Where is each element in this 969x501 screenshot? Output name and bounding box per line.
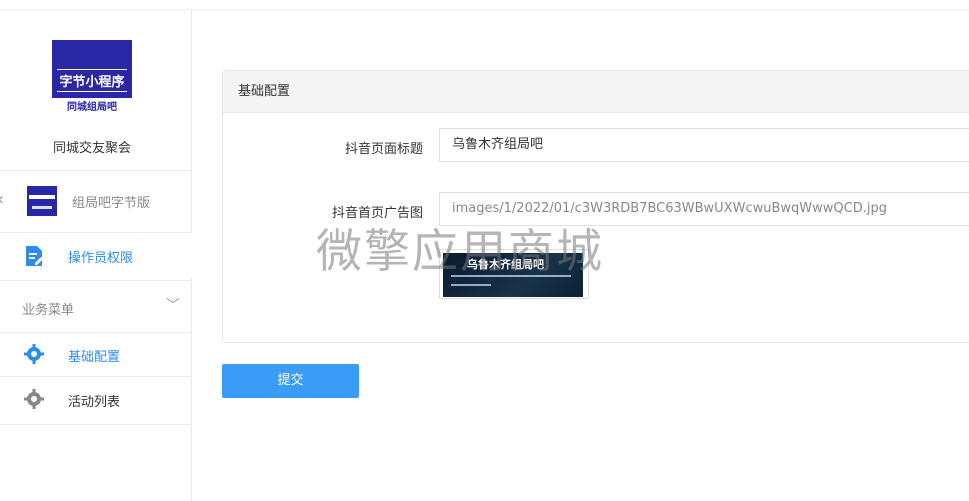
- sidebar-item-basic-config[interactable]: 基础配置: [0, 332, 192, 376]
- field-label-page-title: 抖音页面标题: [344, 142, 423, 157]
- sidebar-item-activity-list[interactable]: 活动列表: [0, 376, 192, 424]
- app-name: 同城交友聚会: [52, 141, 131, 156]
- menu-group-business[interactable]: 业务菜单 ﹀: [0, 280, 192, 332]
- sidebar-divider: [0, 424, 192, 425]
- mini-app-logo-icon: [27, 186, 57, 216]
- chevron-left-icon[interactable]: ‹: [0, 189, 4, 210]
- ad-image-input[interactable]: images/1/2022/01/c3W3RDB7BC63WBwUXWcwuBw…: [439, 192, 969, 226]
- sidebar-item-label: 操作员权限: [68, 251, 134, 266]
- field-label-ad-image: 抖音首页广告图: [331, 206, 423, 221]
- sidebar-item-label: 活动列表: [68, 395, 121, 410]
- sidebar-item-operator[interactable]: 操作员权限: [0, 232, 192, 278]
- menu-group-label: 业务菜单: [22, 303, 75, 318]
- document-edit-icon: [24, 245, 44, 271]
- ad-image-preview[interactable]: 乌鲁木齐组局吧: [439, 249, 589, 299]
- panel-title: 基础配置: [223, 71, 969, 113]
- chevron-down-icon[interactable]: ﹀: [166, 295, 180, 315]
- app-switcher[interactable]: ‹ 组局吧字节版: [0, 170, 192, 232]
- gear-icon: [24, 344, 44, 368]
- page-title-input[interactable]: 乌鲁木齐组局吧: [439, 128, 969, 162]
- sidebar-item-label: 基础配置: [68, 350, 121, 365]
- sidebar: 字节小程序 同城组局吧 同城交友聚会 ‹ 组局吧字节版 操作员权限 业务菜单 ﹀…: [0, 10, 192, 501]
- basic-config-panel: 基础配置 抖音页面标题 乌鲁木齐组局吧 抖音首页广告图 images/1/202…: [222, 70, 969, 343]
- logo-subtitle: 同城组局吧: [52, 98, 132, 120]
- preview-title: 乌鲁木齐组局吧: [467, 258, 544, 271]
- logo-text: 字节小程序: [57, 68, 127, 92]
- app-switch-label: 组局吧字节版: [72, 196, 151, 211]
- ad-image-thumbnail: 乌鲁木齐组局吧: [443, 253, 583, 297]
- gear-icon: [24, 389, 44, 413]
- submit-button[interactable]: 提交: [222, 364, 359, 398]
